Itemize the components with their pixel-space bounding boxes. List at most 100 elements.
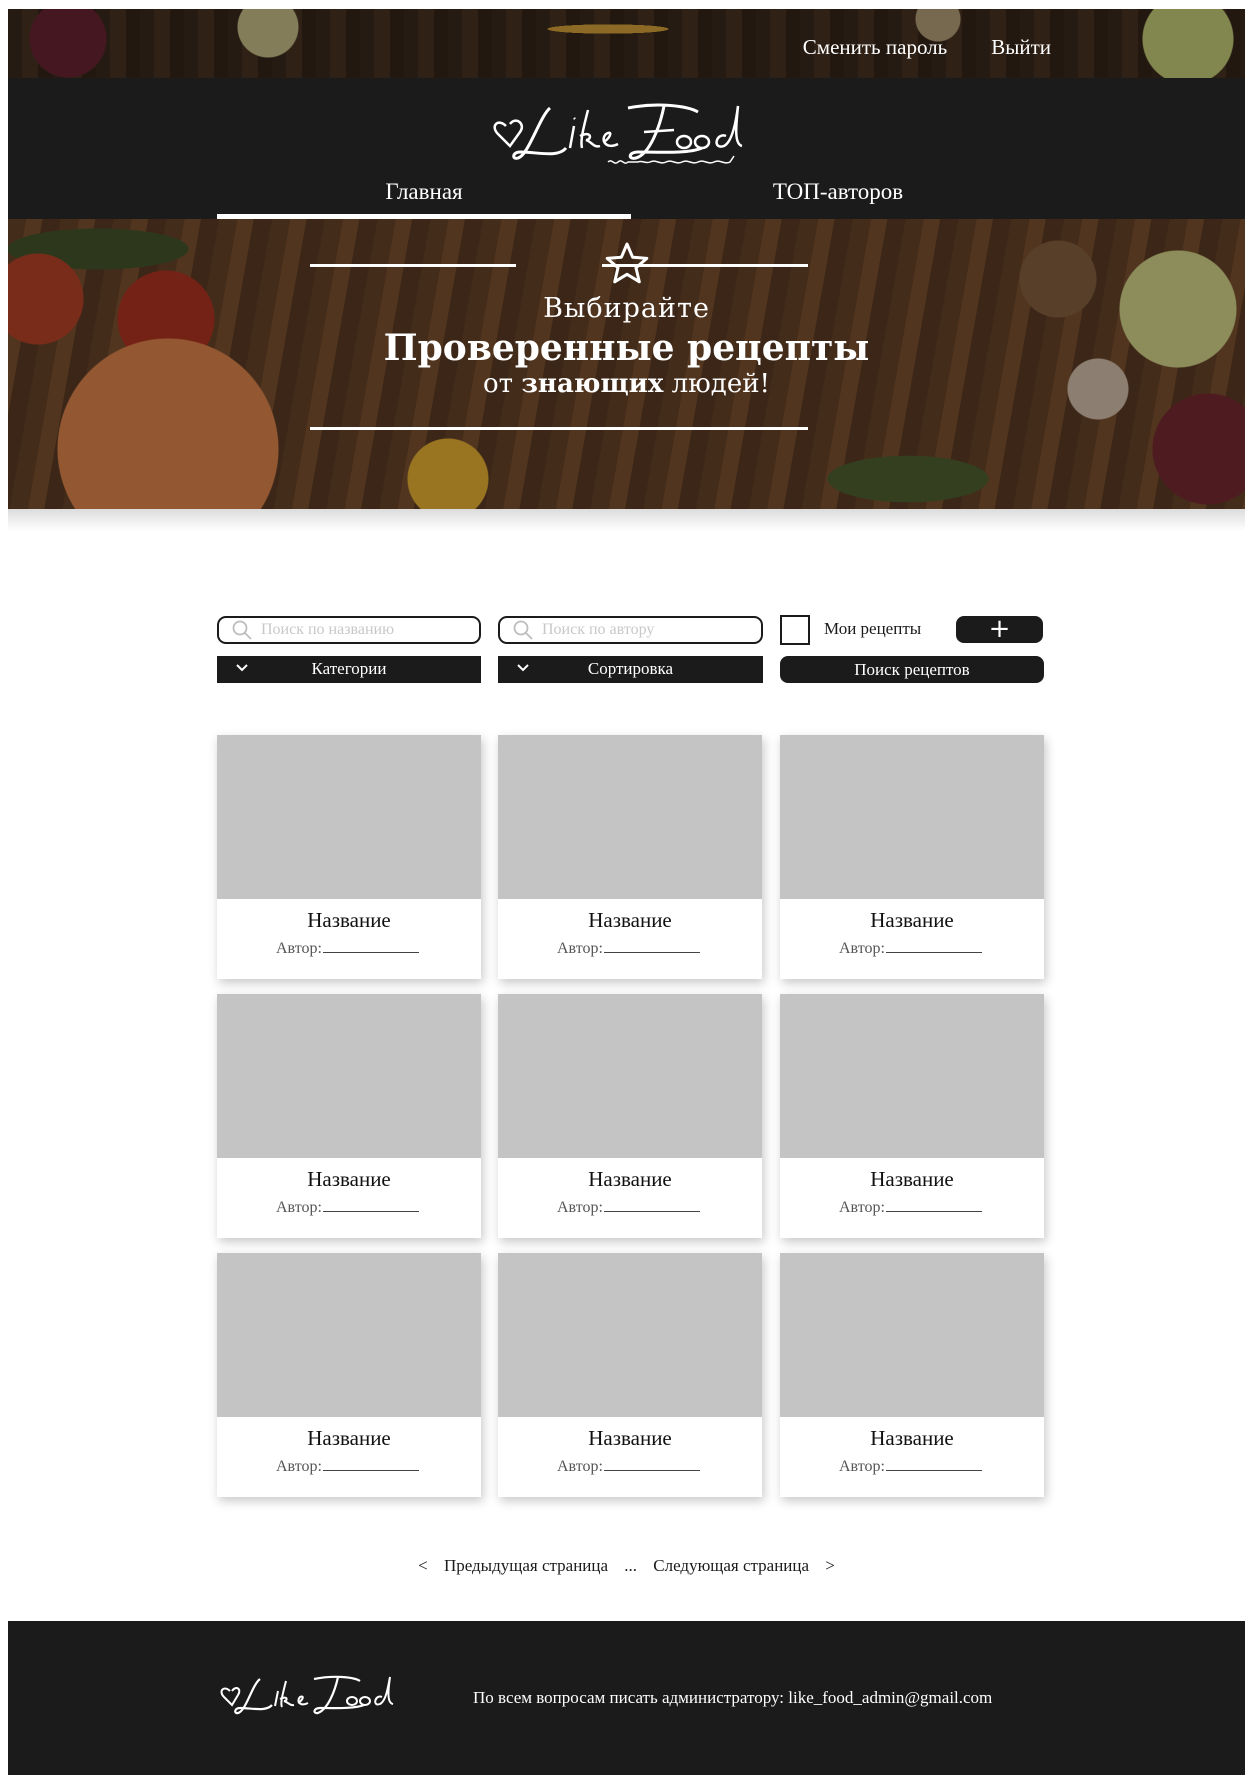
author-blank (603, 1459, 700, 1471)
add-recipe-button[interactable]: + (956, 616, 1043, 643)
author-label: Автор: (839, 1458, 885, 1475)
hero-subtitle: от знающих людей! (8, 369, 1245, 399)
footer-logo[interactable] (218, 1671, 418, 1723)
search-icon (232, 620, 252, 640)
recipe-card[interactable]: Название Автор: (498, 994, 762, 1238)
search-author-input[interactable] (542, 621, 742, 639)
logo-mark-icon (493, 103, 743, 164)
tab-home[interactable]: Главная (217, 174, 631, 219)
hero-shadow (8, 509, 1245, 531)
footer: По всем вопросам писать администратору: … (8, 1621, 1245, 1775)
my-recipes-checkbox[interactable] (780, 615, 810, 645)
hero-sub-end: людей! (671, 369, 770, 399)
recipe-image-placeholder (217, 1253, 481, 1417)
hero-title: Проверенные рецепты (383, 327, 870, 369)
recipe-title: Название (870, 908, 954, 932)
author-label: Автор: (557, 940, 603, 957)
recipe-title: Название (588, 908, 672, 932)
recipe-card[interactable]: Название Автор: (217, 1253, 481, 1497)
recipe-author: Автор: (839, 1458, 982, 1476)
recipe-title: Название (870, 1167, 954, 1191)
pagination: < Предыдущая страница ... Следующая стра… (8, 1556, 1245, 1576)
hero-sub-start: от (483, 369, 514, 399)
recipe-title: Название (307, 908, 391, 932)
sort-label: Сортировка (587, 659, 674, 678)
recipe-author: Автор: (557, 940, 700, 958)
author-label: Автор: (839, 1199, 885, 1216)
recipe-image-placeholder (498, 735, 762, 899)
author-blank (322, 1200, 419, 1212)
change-password-link[interactable]: Сменить пароль (803, 35, 947, 60)
recipe-image-placeholder (498, 994, 762, 1158)
recipe-image-placeholder (780, 1253, 1044, 1417)
recipe-title: Название (588, 1426, 672, 1450)
prev-page-link[interactable]: Предыдущая страница (444, 1556, 608, 1575)
next-page-link[interactable]: Следующая страница (653, 1556, 809, 1575)
recipe-image-placeholder (780, 735, 1044, 899)
recipe-author: Автор: (276, 1458, 419, 1476)
recipe-card[interactable]: Название Автор: (217, 735, 481, 979)
prev-arrow[interactable]: < (418, 1556, 428, 1575)
page: Сменить пароль Выйти Главная ТОП-авторов… (8, 9, 1245, 1775)
author-blank (885, 1200, 982, 1212)
footer-contact: По всем вопросам писать администратору: … (473, 1688, 993, 1707)
sort-dropdown[interactable]: Сортировка (498, 656, 763, 683)
tab-top-authors[interactable]: ТОП-авторов (631, 174, 1045, 219)
recipe-title: Название (870, 1426, 954, 1450)
author-blank (322, 941, 419, 953)
main-nav: Главная ТОП-авторов (217, 174, 1045, 219)
categories-dropdown[interactable]: Категории (217, 656, 481, 683)
recipe-card[interactable]: Название Автор: (780, 735, 1044, 979)
recipe-image-placeholder (780, 994, 1044, 1158)
top-photo-strip: Сменить пароль Выйти (8, 9, 1245, 78)
search-by-name (217, 616, 481, 644)
account-links: Сменить пароль Выйти (803, 35, 1051, 60)
author-blank (603, 1200, 700, 1212)
categories-label: Категории (311, 659, 387, 678)
search-by-author (498, 616, 763, 644)
hero-divider-left (310, 264, 516, 267)
pagination-ellipsis: ... (624, 1556, 638, 1575)
author-blank (322, 1459, 419, 1471)
hero-divider-right (602, 264, 808, 267)
recipe-title: Название (588, 1167, 672, 1191)
hero-sub-bold: знающих (521, 369, 664, 399)
author-label: Автор: (557, 1199, 603, 1216)
recipe-author: Автор: (839, 940, 982, 958)
recipe-image-placeholder (217, 735, 481, 899)
like-food-logo[interactable] (488, 96, 788, 176)
hero-divider-bottom (310, 427, 808, 430)
author-blank (603, 941, 700, 953)
logo-mark-icon (220, 1675, 394, 1715)
author-label: Автор: (276, 1458, 322, 1475)
recipe-title: Название (307, 1167, 391, 1191)
logout-link[interactable]: Выйти (991, 35, 1051, 60)
header: Главная ТОП-авторов (8, 78, 1245, 219)
author-label: Автор: (276, 1199, 322, 1216)
search-name-input[interactable] (261, 621, 461, 639)
author-label: Автор: (276, 940, 322, 957)
recipe-card[interactable]: Название Автор: (498, 1253, 762, 1497)
hero-banner: Выбирайте Проверенные рецепты от знающих… (8, 219, 1245, 509)
recipe-card[interactable]: Название Автор: (217, 994, 481, 1238)
recipe-title: Название (307, 1426, 391, 1450)
hero-pretitle: Выбирайте (543, 293, 710, 324)
recipe-author: Автор: (557, 1199, 700, 1217)
recipe-author: Автор: (839, 1199, 982, 1217)
recipe-image-placeholder (217, 994, 481, 1158)
recipe-image-placeholder (498, 1253, 762, 1417)
recipe-author: Автор: (276, 940, 419, 958)
search-recipes-button[interactable]: Поиск рецептов (780, 656, 1044, 683)
next-arrow[interactable]: > (825, 1556, 835, 1575)
recipe-author: Автор: (276, 1199, 419, 1217)
search-icon (513, 620, 533, 640)
author-blank (885, 941, 982, 953)
author-label: Автор: (557, 1458, 603, 1475)
star-icon (605, 242, 649, 284)
recipe-card[interactable]: Название Автор: (498, 735, 762, 979)
author-blank (885, 1459, 982, 1471)
recipe-card[interactable]: Название Автор: (780, 994, 1044, 1238)
recipe-card[interactable]: Название Автор: (780, 1253, 1044, 1497)
recipe-author: Автор: (557, 1458, 700, 1476)
my-recipes-label: Мои рецепты (824, 619, 922, 638)
